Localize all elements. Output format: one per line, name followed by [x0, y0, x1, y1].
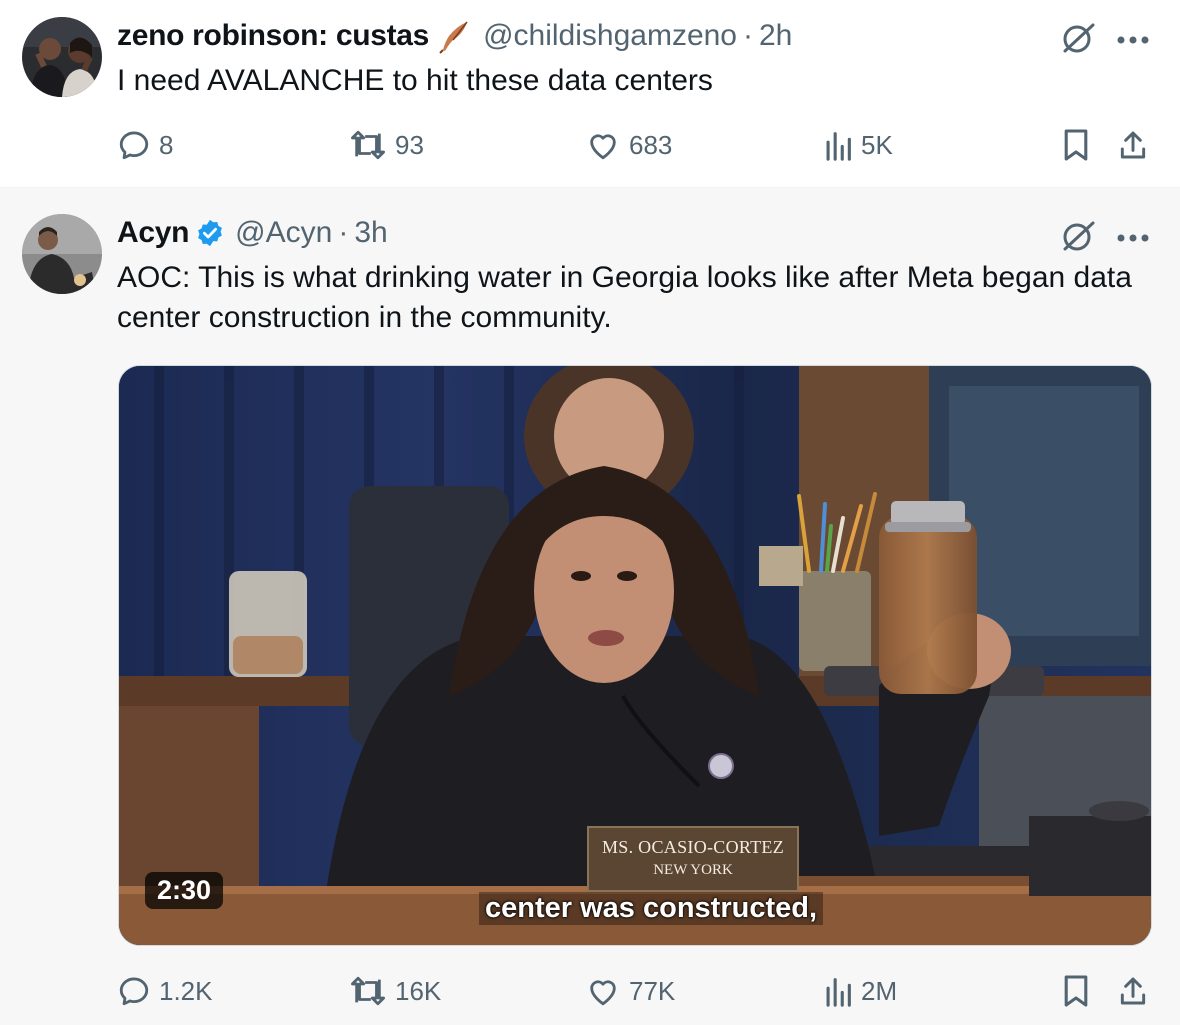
like-button[interactable]: 77K — [585, 974, 675, 1008]
views-button[interactable]: 2M — [823, 974, 897, 1008]
grok-icon[interactable] — [1060, 218, 1096, 259]
user-handle[interactable]: @childishgamzeno — [483, 19, 737, 53]
reply-button[interactable]: 8 — [117, 128, 173, 162]
repost-count: 16K — [395, 975, 442, 1006]
share-icon — [1120, 977, 1146, 1005]
verified-badge-icon[interactable] — [195, 218, 225, 248]
repost-button[interactable]: 16K — [349, 974, 441, 1008]
repost-count: 93 — [395, 129, 424, 160]
grok-icon[interactable] — [1060, 20, 1096, 61]
bookmark-button[interactable] — [1062, 128, 1090, 162]
heart-icon — [590, 134, 616, 160]
action-bar: 8 93 683 5K — [117, 128, 1157, 164]
avatar[interactable] — [22, 17, 102, 97]
bookmark-button[interactable] — [1062, 974, 1090, 1008]
more-options-icon[interactable] — [1116, 230, 1150, 248]
view-count: 2M — [861, 975, 898, 1006]
reply-button[interactable]: 1.2K — [117, 974, 213, 1008]
tweet-text: I need AVALANCHE to hit these data cente… — [117, 64, 713, 97]
reply-icon — [119, 131, 149, 160]
video-player[interactable]: MS. OCASIO-CORTEZ NEW YORK center was co… — [118, 365, 1152, 946]
bookmark-icon — [1064, 975, 1088, 1007]
repost-icon — [350, 976, 385, 1006]
analytics-icon — [826, 978, 851, 1007]
tweet-card-2[interactable]: Acyn @Acyn · 3h AOC: This is what drinki… — [0, 188, 1180, 1025]
analytics-icon — [826, 132, 851, 161]
more-options-icon[interactable] — [1116, 32, 1150, 50]
separator-dot: · — [338, 216, 349, 249]
timestamp[interactable]: 3h — [354, 216, 387, 250]
like-button[interactable]: 683 — [585, 128, 672, 162]
placard-state: NEW YORK — [653, 862, 733, 878]
action-bar: 1.2K 16K 77K 2M — [117, 974, 1157, 1010]
display-name[interactable]: Acyn — [117, 216, 189, 250]
timestamp[interactable]: 2h — [759, 19, 792, 53]
reply-icon — [119, 977, 149, 1006]
reply-count: 8 — [159, 129, 174, 160]
user-handle[interactable]: @Acyn — [235, 216, 332, 250]
repost-icon — [350, 130, 385, 160]
avatar[interactable] — [22, 214, 102, 294]
heart-icon — [590, 980, 616, 1006]
reply-count: 1.2K — [159, 975, 213, 1006]
video-caption: center was constructed, — [479, 892, 823, 925]
separator-dot: · — [743, 19, 753, 52]
tweet-text: AOC: This is what drinking water in Geor… — [117, 261, 1132, 334]
views-button[interactable]: 5K — [823, 128, 893, 162]
name-placard: MS. OCASIO-CORTEZ NEW YORK — [587, 826, 799, 892]
share-button[interactable] — [1117, 128, 1149, 162]
tweet-card-1[interactable]: zeno robinson: custas @childishgamzeno ·… — [0, 0, 1180, 188]
placard-name: MS. OCASIO-CORTEZ — [601, 837, 785, 857]
display-name[interactable]: zeno robinson: custas — [117, 19, 429, 53]
video-duration: 2:30 — [145, 872, 224, 909]
share-icon — [1120, 131, 1146, 159]
share-button[interactable] — [1117, 974, 1149, 1008]
repost-button[interactable]: 93 — [349, 128, 424, 162]
feather-icon — [437, 18, 473, 54]
like-count: 77K — [629, 975, 676, 1006]
view-count: 5K — [861, 129, 893, 160]
like-count: 683 — [629, 129, 673, 160]
bookmark-icon — [1064, 129, 1088, 161]
